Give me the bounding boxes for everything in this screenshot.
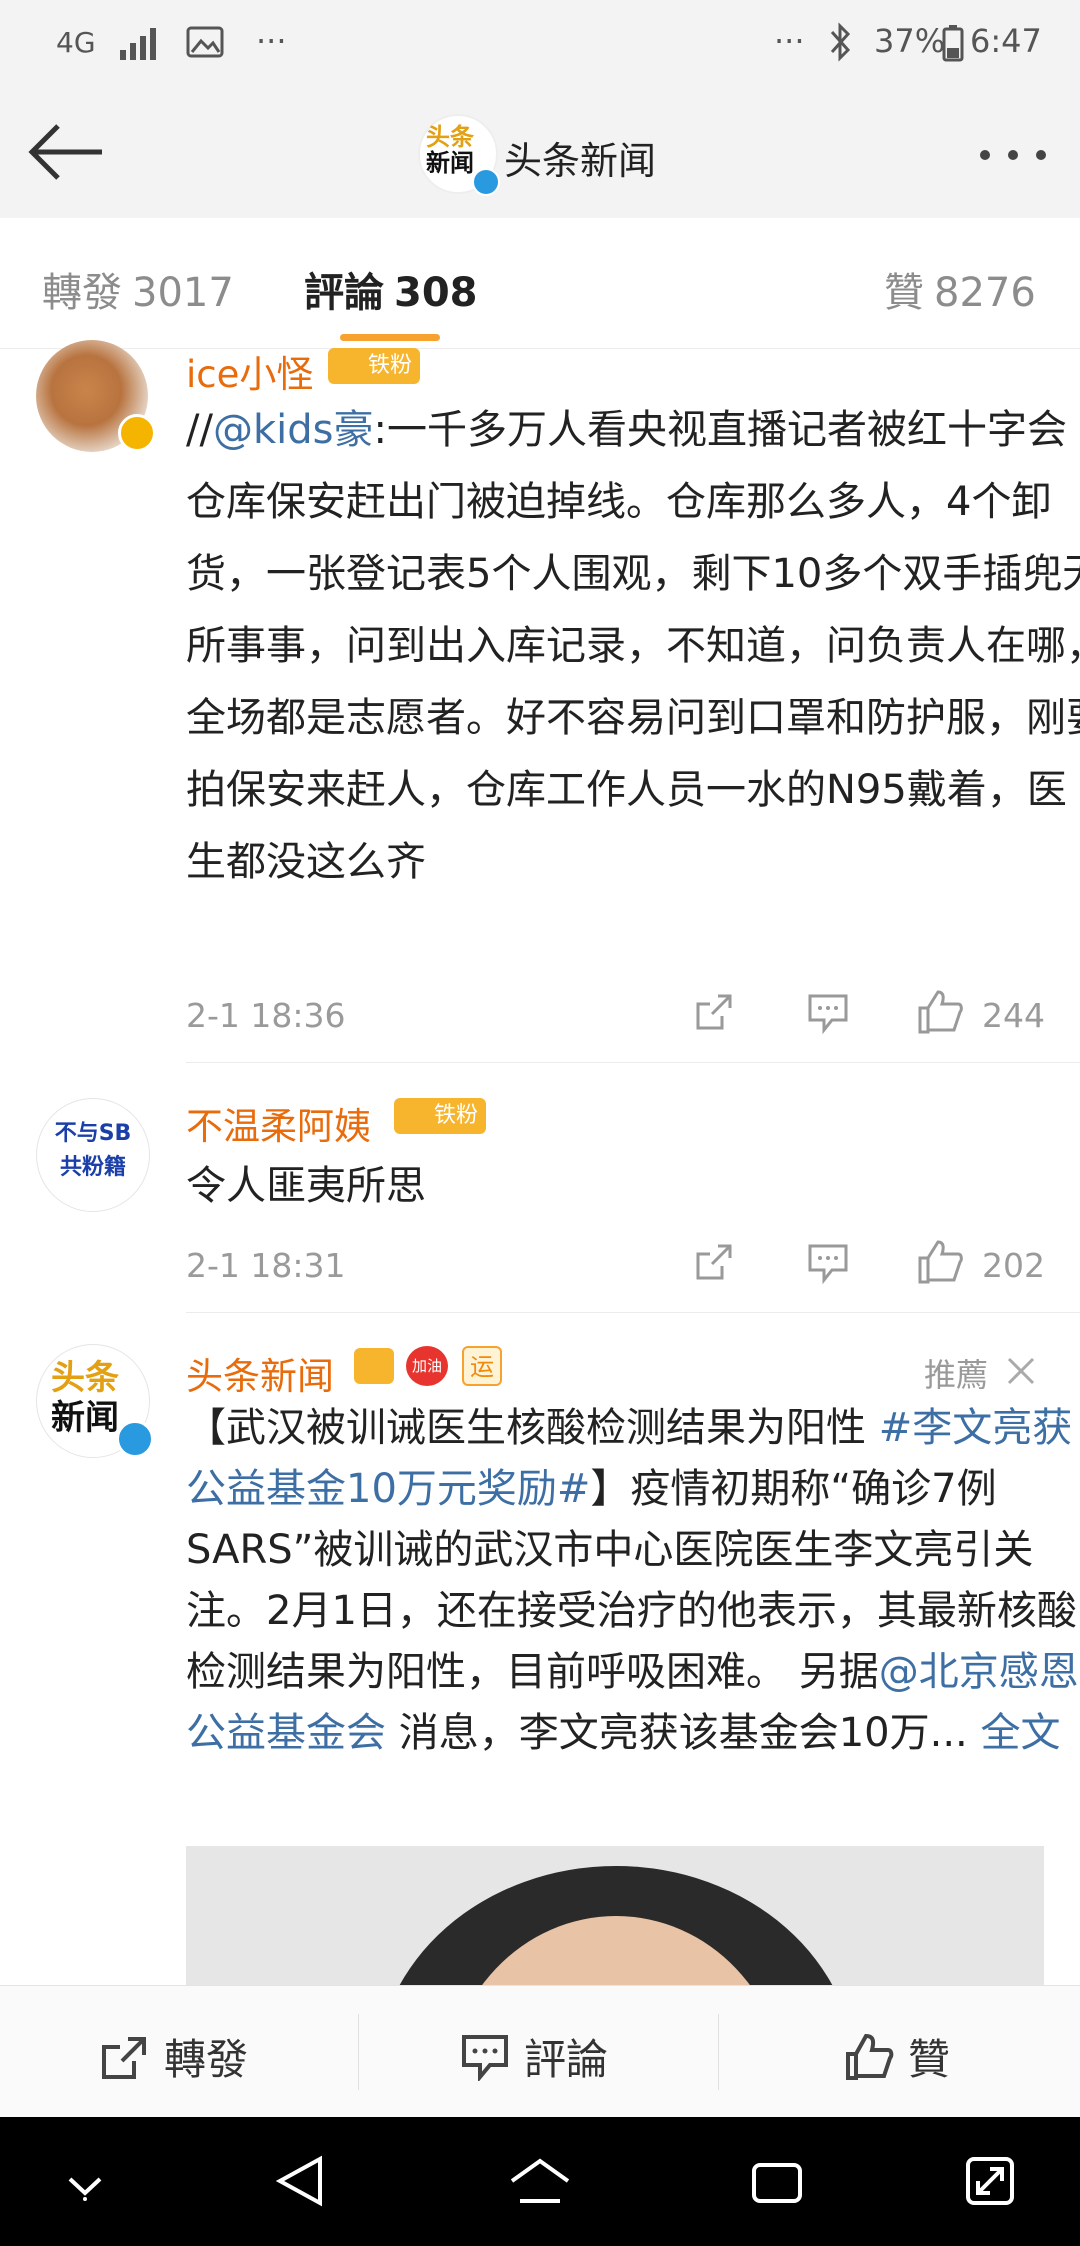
divider (358, 2014, 359, 2090)
share-icon[interactable] (692, 990, 736, 1034)
channel-logo[interactable]: 头条 新闻 (418, 114, 500, 196)
post-content: 【武汉被训诫医生核酸检测结果为阳性 #李文亮获公益基金10万元奖励#】疫情初期称… (186, 1398, 1080, 1764)
verified-icon (116, 1420, 154, 1458)
more-options-icon[interactable] (978, 148, 1050, 162)
title-bar: 头条 新闻 头条新闻 (0, 88, 1080, 219)
comment-time: 2-1 18:36 (186, 996, 346, 1035)
recommend-label: 推薦 (924, 1356, 989, 1394)
tab-reposts-count: 3017 (132, 270, 234, 316)
more-notifications: ··· (256, 22, 287, 60)
repost-button[interactable]: 轉發 (100, 2026, 248, 2087)
reply-icon[interactable] (806, 992, 850, 1034)
recent-apps-icon[interactable] (750, 2161, 804, 2205)
comment-username[interactable]: 头条新闻 (186, 1346, 334, 1400)
like-count: 244 (982, 996, 1045, 1035)
repost-label: 轉發 (164, 2035, 249, 2084)
avatar-text-line2: 共粉籍 (59, 1155, 126, 1180)
avatar-text-line1: 不与SB (54, 1121, 132, 1146)
clock: 6:47 (970, 22, 1042, 60)
comment-username[interactable]: 不温柔阿姨 (186, 1096, 371, 1150)
tab-comments-count: 308 (394, 270, 478, 316)
comment-content: //@kids豪:一千多万人看央视直播记者被红十字会仓库保安赶出门被迫掉线。仓库… (186, 394, 1080, 898)
divider (186, 1312, 1080, 1313)
channel-logo-line1: 头条 (426, 123, 474, 151)
comment-username[interactable]: ice小怪 (186, 344, 313, 398)
fan-badge-label: 铁粉 (368, 353, 413, 378)
post-text-1: 【武汉被训诫医生核酸检测结果为阳性 (186, 1405, 879, 1451)
bluetooth-icon (830, 22, 851, 62)
like-icon[interactable] (916, 1238, 964, 1286)
comment-icon (462, 2034, 508, 2081)
fan-badge-icon: 铁粉 (328, 348, 420, 384)
fan-badge-label: 铁粉 (434, 1103, 479, 1128)
like-count: 202 (982, 1246, 1045, 1285)
tab-likes[interactable]: 贊 8276 (884, 260, 1036, 318)
active-tab-indicator (340, 334, 440, 341)
channel-logo-line2: 新闻 (426, 149, 474, 177)
avatar[interactable]: 不与SB 共粉籍 (36, 1098, 150, 1212)
screen-expand-icon[interactable] (964, 2155, 1016, 2207)
divider (718, 2014, 719, 2090)
battery-percent: 37% (874, 22, 946, 60)
action-bar: 轉發 評論 贊 (0, 1985, 1080, 2118)
verified-icon (472, 168, 500, 196)
comment-label: 評論 (524, 2035, 609, 2084)
yun-badge-icon: 运 (462, 1346, 502, 1386)
gallery-icon (186, 26, 224, 58)
repost-icon (102, 2036, 146, 2079)
comment-text: :一千多万人看央视直播记者被红十字会仓库保安赶出门被迫掉线。仓库那么多人，4个卸… (186, 407, 1080, 885)
thumbs-up-icon (846, 2033, 894, 2080)
tab-comments[interactable]: 評論 308 (304, 260, 478, 318)
full-text-link[interactable]: 全文 (980, 1710, 1060, 1756)
post-image[interactable] (186, 1846, 1044, 1985)
comment-time: 2-1 18:31 (186, 1246, 346, 1285)
signal-icon (120, 28, 156, 60)
tab-likes-label: 贊 (884, 270, 924, 316)
network-indicator: 4G (56, 26, 96, 59)
comment-prefix: // (186, 407, 213, 453)
page-title: 头条新闻 (504, 139, 657, 183)
divider (186, 1062, 1080, 1063)
home-icon[interactable] (508, 2157, 572, 2207)
like-label: 贊 (908, 2035, 951, 2084)
tab-reposts-label: 轉發 (42, 270, 122, 316)
collapse-chevron-icon[interactable] (64, 2171, 106, 2201)
tab-comments-label: 評論 (304, 270, 384, 316)
status-bar: 4G ··· ··· 37% 6:47 (0, 0, 1080, 88)
avatar-text-line2: 新闻 (51, 1398, 119, 1438)
mention-link[interactable]: @kids豪 (213, 407, 374, 453)
tab-likes-count: 8276 (934, 270, 1036, 316)
fan-badge-icon: 铁粉 (394, 1098, 486, 1134)
jiayou-badge-icon: 加油 (406, 1346, 448, 1386)
crown-badge-icon (354, 1348, 394, 1384)
tab-bar: 轉發 3017 評論 308 贊 8276 (0, 218, 1080, 349)
back-arrow-icon[interactable] (26, 122, 106, 182)
battery-icon (942, 25, 964, 62)
system-nav-bar (0, 2117, 1080, 2246)
comment-content: 令人匪夷所思 (186, 1163, 426, 1209)
reply-icon[interactable] (806, 1242, 850, 1284)
like-button[interactable]: 贊 (844, 2026, 950, 2087)
like-icon[interactable] (916, 988, 964, 1036)
post-text-3: 消息，李文亮获该基金会10万... (386, 1710, 981, 1756)
avatar-text-line1: 头条 (51, 1358, 119, 1398)
vip-badge-icon (118, 414, 156, 452)
share-icon[interactable] (692, 1240, 736, 1284)
close-icon[interactable] (1006, 1356, 1036, 1386)
back-triangle-icon[interactable] (276, 2155, 324, 2207)
comment-button[interactable]: 評論 (460, 2026, 608, 2087)
more-status: ··· (774, 22, 805, 60)
tab-reposts[interactable]: 轉發 3017 (42, 260, 234, 318)
